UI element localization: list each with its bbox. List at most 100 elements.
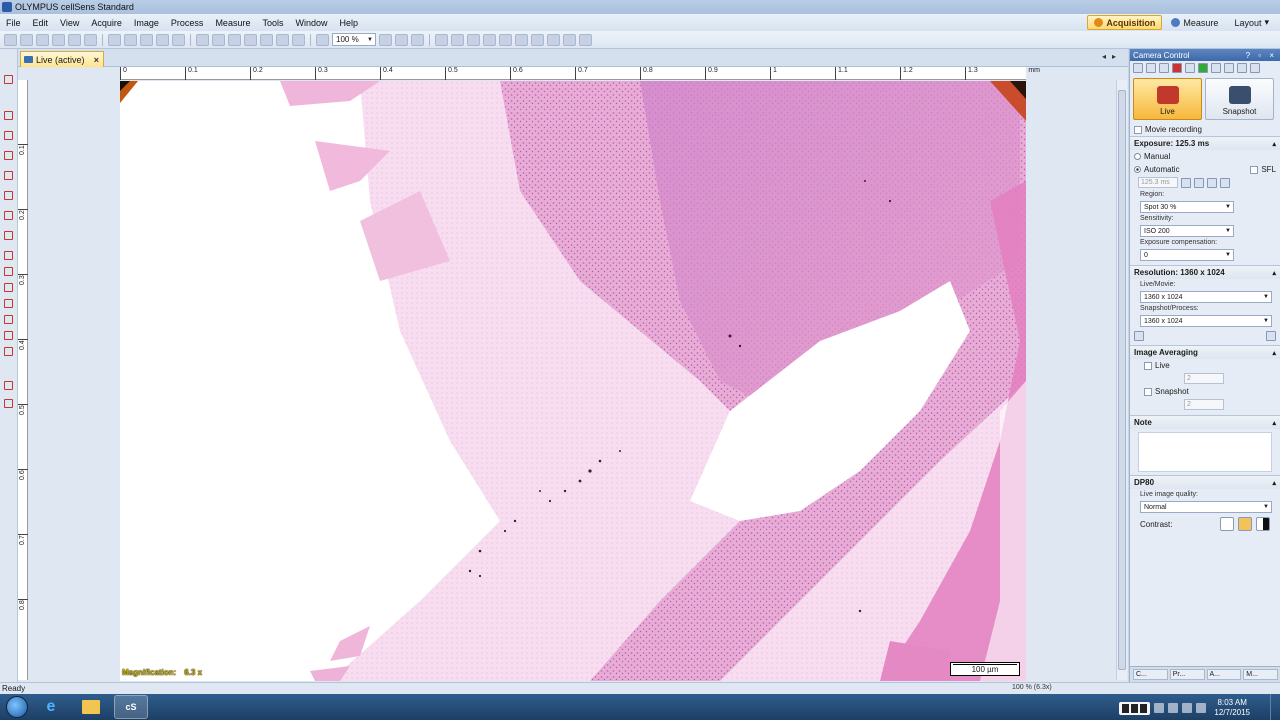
scale-bar[interactable]: 100 µm	[950, 662, 1020, 676]
undo-icon[interactable]	[156, 33, 169, 46]
exposure-section-header[interactable]: Exposure: 125.3 ms ▴	[1130, 136, 1280, 150]
menu-edit[interactable]: Edit	[27, 18, 55, 28]
line-tool-icon[interactable]	[4, 131, 13, 140]
check-icon[interactable]	[292, 33, 305, 46]
settings-icon[interactable]	[1133, 63, 1143, 73]
cellsens-taskbar-button[interactable]: cS	[114, 695, 148, 719]
ellipse-tool-icon[interactable]	[4, 283, 13, 292]
start-button[interactable]	[6, 696, 28, 718]
fullscreen-icon[interactable]	[579, 33, 592, 46]
zoom-out-icon[interactable]	[316, 33, 329, 46]
averaging-live-checkbox[interactable]	[1144, 361, 1152, 370]
file-explorer-icon[interactable]	[74, 695, 108, 719]
hand-tool-icon[interactable]	[212, 33, 225, 46]
tab-properties[interactable]: Pr...	[1169, 669, 1205, 680]
collapse-icon[interactable]: ▴	[1272, 140, 1276, 148]
layers-icon[interactable]	[276, 33, 289, 46]
save-all-icon[interactable]	[52, 33, 65, 46]
averaging-section-header[interactable]: Image Averaging ▴	[1130, 345, 1280, 359]
collapse-icon[interactable]: ▴	[1272, 269, 1276, 277]
cut-icon[interactable]	[108, 33, 121, 46]
polygon-tool-icon[interactable]	[4, 331, 13, 340]
averaging-snapshot-row[interactable]: Snapshot	[1130, 385, 1280, 398]
dp80-section-header[interactable]: DP80 ▴	[1130, 475, 1280, 489]
volume-icon[interactable]	[1182, 703, 1193, 713]
tab-camera-control[interactable]: C...	[1133, 669, 1168, 680]
lock-icon[interactable]	[1220, 177, 1230, 188]
live-button[interactable]: Live	[1133, 78, 1202, 120]
collapse-icon[interactable]: ▴	[1272, 349, 1276, 357]
open-folder-icon[interactable]	[20, 33, 33, 46]
color-icon[interactable]	[1198, 63, 1208, 73]
measure-mode-button[interactable]: Measure	[1164, 15, 1225, 30]
clock[interactable]: 8:03 AM 12/7/2015	[1214, 698, 1250, 718]
zoom-select[interactable]: 100 % ▼	[332, 33, 376, 46]
close-icon[interactable]: ×	[94, 55, 99, 65]
collapse-icon[interactable]: ▴	[1272, 419, 1276, 427]
flag-icon[interactable]	[1154, 703, 1165, 713]
live-movie-resolution-select[interactable]: 1360 x 1024 ▼	[1140, 291, 1272, 303]
diamond-tool-icon[interactable]	[4, 267, 13, 276]
magic-wand-icon[interactable]	[4, 347, 13, 356]
show-desktop-button[interactable]	[1270, 694, 1280, 720]
sfl-checkbox[interactable]	[1250, 165, 1259, 174]
menu-window[interactable]: Window	[289, 18, 333, 28]
collapse-icon[interactable]: ▴	[1272, 479, 1276, 487]
stop-icon[interactable]	[1194, 177, 1204, 188]
layout-stack-icon[interactable]	[515, 33, 528, 46]
print-preview-icon[interactable]	[84, 33, 97, 46]
pointer-tool-icon[interactable]	[4, 75, 13, 84]
white-balance-icon[interactable]	[1159, 63, 1169, 73]
internet-explorer-icon[interactable]: e	[34, 695, 68, 719]
region-select[interactable]: Spot 30 % ▼	[1140, 201, 1234, 213]
movie-recording-row[interactable]: Movie recording	[1130, 123, 1280, 136]
arrow-tool-icon[interactable]	[4, 171, 13, 180]
print-icon[interactable]	[68, 33, 81, 46]
contrast-low-button[interactable]	[1220, 517, 1234, 531]
pen-icon[interactable]	[1146, 63, 1156, 73]
zoom-window-icon[interactable]	[228, 33, 241, 46]
crop-icon[interactable]	[196, 33, 209, 46]
averaging-live-row[interactable]: Live	[1130, 359, 1280, 372]
exposure-time-input[interactable]: 125.3 ms	[1138, 177, 1178, 188]
angle-tool-icon[interactable]	[4, 111, 13, 120]
layout-tile-icon[interactable]	[451, 33, 464, 46]
sensitivity-select[interactable]: ISO 200 ▼	[1140, 225, 1234, 237]
save-icon[interactable]	[36, 33, 49, 46]
menu-tools[interactable]: Tools	[256, 18, 289, 28]
layout-single-icon[interactable]	[435, 33, 448, 46]
tab-acquisition-settings[interactable]: A...	[1206, 669, 1242, 680]
network-icon[interactable]	[1168, 703, 1179, 713]
media-controls[interactable]	[1119, 701, 1151, 715]
image-icon[interactable]	[1211, 63, 1221, 73]
layout-columns-icon[interactable]	[483, 33, 496, 46]
layout-cascade-icon[interactable]	[531, 33, 544, 46]
layout-split-icon[interactable]	[547, 33, 560, 46]
triangle-tool-icon[interactable]	[4, 231, 13, 240]
exposure-compensation-select[interactable]: 0 ▼	[1140, 249, 1234, 261]
menu-measure[interactable]: Measure	[209, 18, 256, 28]
play-icon[interactable]	[1181, 177, 1191, 188]
movie-recording-checkbox[interactable]	[1134, 125, 1142, 134]
fit-to-window-icon[interactable]	[395, 33, 408, 46]
scrollbar-thumb[interactable]	[1118, 90, 1126, 670]
panel-controls[interactable]: ? ▫ ×	[1246, 51, 1277, 60]
menu-acquire[interactable]: Acquire	[85, 18, 128, 28]
menu-help[interactable]: Help	[333, 18, 364, 28]
note-textarea[interactable]	[1138, 432, 1272, 472]
resolution-section-header[interactable]: Resolution: 1360 x 1024 ▴	[1130, 265, 1280, 279]
layout-rows-icon[interactable]	[499, 33, 512, 46]
averaging-live-frames-input[interactable]: 2	[1184, 373, 1224, 384]
menu-image[interactable]: Image	[128, 18, 165, 28]
freehand-tool-icon[interactable]	[4, 315, 13, 324]
redo-icon[interactable]	[172, 33, 185, 46]
contrast-high-button[interactable]	[1256, 517, 1270, 531]
angle-measure-icon[interactable]	[4, 211, 13, 220]
circle-tool-icon[interactable]	[4, 299, 13, 308]
layout-grid-icon[interactable]	[467, 33, 480, 46]
automatic-radio[interactable]	[1134, 166, 1141, 173]
paint-tool-icon[interactable]	[4, 381, 13, 390]
arrow-icon[interactable]	[260, 33, 273, 46]
manual-row[interactable]: Manual	[1130, 150, 1280, 163]
live-document-tab[interactable]: Live (active) ×	[20, 51, 104, 67]
